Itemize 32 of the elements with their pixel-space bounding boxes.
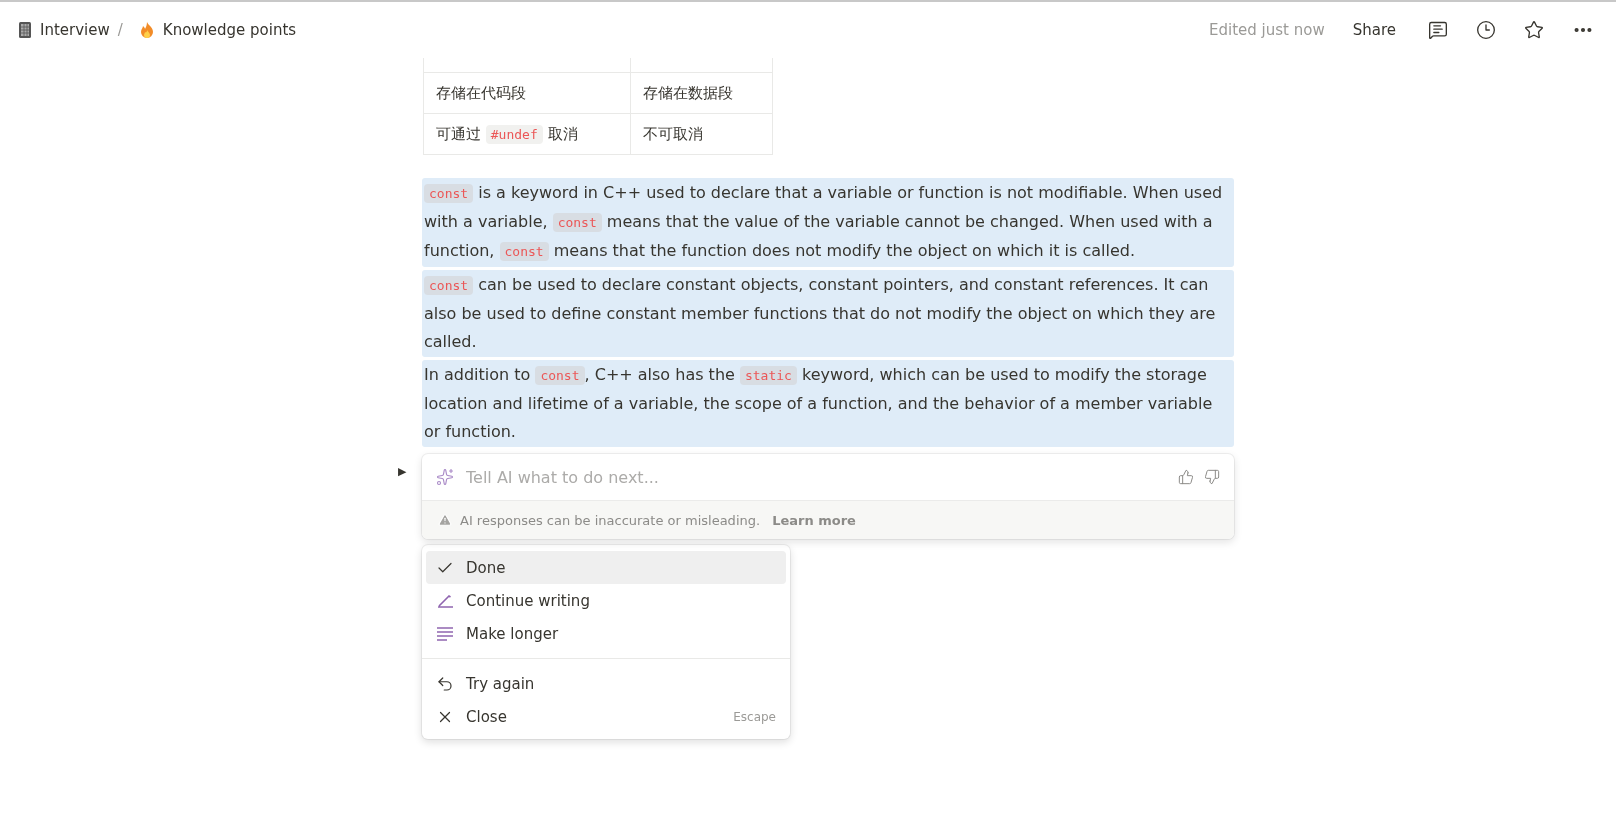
paragraph: const can be used to declare constant objects, constant pointers, and constant references. It can also be used to define constant member functions that do not modify the object on which they are called.: [422, 270, 1234, 357]
breadcrumb-link[interactable]: Knowledge points: [162, 21, 297, 39]
paragraph: In addition to const , C++ also has the static keyword, which can be used to modify the storage location and lifetime of a variable, the scope of a function, and the behavior of a member variable or function.: [422, 360, 1234, 447]
table-cell: 不可取消: [630, 113, 773, 155]
breadcrumb-link[interactable]: Interview: [40, 21, 110, 39]
warning-icon: [438, 513, 452, 527]
breadcrumb-separator: /: [117, 21, 123, 39]
pen-icon: [436, 592, 454, 609]
star-icon[interactable]: [1524, 20, 1544, 40]
menu-item[interactable]: Close Escape: [426, 700, 786, 733]
clock-icon[interactable]: [1476, 20, 1496, 40]
fire-icon: [138, 21, 155, 39]
lines-icon: [436, 625, 454, 642]
table-cell: 存储在代码段: [423, 72, 631, 114]
notebook-icon: [18, 21, 32, 39]
sparkle-icon: [436, 468, 454, 486]
undo-icon: [436, 674, 454, 693]
edited-status: Edited just now: [1209, 21, 1325, 39]
warning-text: AI responses can be inaccurate or misleading.: [460, 512, 761, 528]
thumbs-down-icon[interactable]: [1204, 469, 1220, 485]
menu-item[interactable]: Make longer: [426, 617, 786, 650]
ai-prompt-field[interactable]: Tell AI what to do next...: [464, 466, 1168, 488]
thumbs-up-icon[interactable]: [1178, 469, 1194, 485]
share-button[interactable]: Share: [1346, 17, 1402, 43]
table-cell: 存储在数据段: [630, 72, 773, 114]
comments-icon[interactable]: [1428, 20, 1448, 40]
table-cell: 可通过 #undef 取消: [423, 113, 631, 155]
paragraph: const is a keyword in C++ used to declare that a variable or function is not modifiable. When used with a variable, const means that the value of the variable cannot be changed. When used with a function, const means that the function does not modify the object on which it is called.: [422, 178, 1234, 267]
menu-item[interactable]: Continue writing: [426, 584, 786, 617]
menu-item[interactable]: Try again: [426, 667, 786, 700]
toggle-triangle[interactable]: ▶: [398, 466, 407, 478]
menu-item[interactable]: Done: [426, 551, 786, 584]
